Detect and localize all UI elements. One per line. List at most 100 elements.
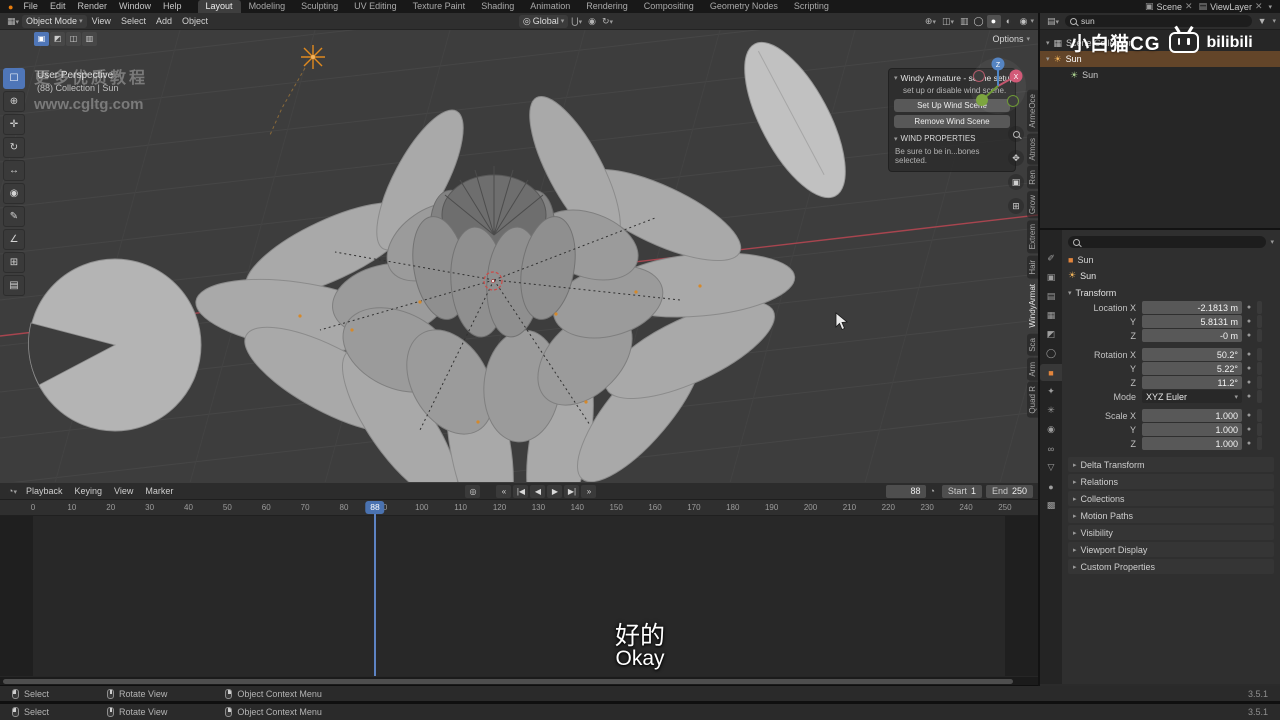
- decorator-strip[interactable]: [1257, 329, 1262, 342]
- select-mode-box-icon[interactable]: ◩: [50, 31, 65, 46]
- playback-menu[interactable]: Playback: [20, 486, 69, 496]
- axis-negx-ball[interactable]: [973, 70, 985, 82]
- timeline-editor-type-icon[interactable]: ◔▾: [5, 486, 20, 496]
- scale-x-field[interactable]: 1.000: [1142, 409, 1242, 422]
- transform-tool[interactable]: ◉: [3, 183, 25, 204]
- camera-view-icon[interactable]: ▣: [1008, 174, 1024, 190]
- material-properties-tab[interactable]: ●: [1041, 478, 1061, 495]
- annotate-tool[interactable]: ✎: [3, 206, 25, 227]
- current-frame-field[interactable]: 88: [886, 484, 927, 498]
- section-motion-paths[interactable]: ▸ Motion Paths: [1068, 508, 1274, 523]
- move-tool[interactable]: ✛: [3, 114, 25, 135]
- output-properties-tab[interactable]: ▤: [1041, 288, 1061, 305]
- orientation-dropdown[interactable]: ◎ Global ▾: [518, 14, 569, 28]
- next-keyframe-button[interactable]: ▶|: [564, 484, 580, 498]
- section-custom-properties[interactable]: ▸ Custom Properties: [1068, 559, 1274, 574]
- rendered-shading-icon[interactable]: ◉: [1017, 15, 1031, 28]
- proportional-edit-icon[interactable]: ◉: [585, 16, 599, 27]
- blender-logo-icon[interactable]: ●: [4, 2, 17, 12]
- animate-dot-icon[interactable]: ●: [1242, 379, 1256, 386]
- tab-modeling[interactable]: Modeling: [241, 0, 294, 13]
- menu-view[interactable]: View: [87, 16, 116, 26]
- n-tab-atmos[interactable]: Atmos: [1027, 133, 1038, 165]
- outliner-options-icon[interactable]: ▾: [1272, 17, 1276, 25]
- cursor-tool[interactable]: ⊕: [3, 91, 25, 112]
- decorator-strip[interactable]: [1257, 437, 1262, 450]
- scene-selector[interactable]: ▣ Scene ✕: [1145, 1, 1193, 12]
- select-mode-circle-icon[interactable]: ◫: [66, 31, 81, 46]
- render-properties-tab[interactable]: ▣: [1041, 269, 1061, 286]
- preview-range-icon[interactable]: ◔: [926, 486, 937, 496]
- menu-add[interactable]: Add: [151, 16, 177, 26]
- outliner-search-box[interactable]: [1065, 15, 1252, 27]
- select-box-tool[interactable]: ☐: [3, 68, 25, 89]
- animate-dot-icon[interactable]: ●: [1242, 318, 1256, 325]
- tab-animation[interactable]: Animation: [522, 0, 578, 13]
- select-mode-lasso-icon[interactable]: ▥: [82, 31, 97, 46]
- snap-magnet-icon[interactable]: ⋃▾: [568, 16, 585, 27]
- end-frame-field[interactable]: End 250: [985, 484, 1033, 498]
- timeline-ruler[interactable]: 0 10 20 30 40 50 60 70 80 90 100 110 120…: [0, 500, 1038, 516]
- modifier-properties-tab[interactable]: ✦: [1041, 383, 1061, 400]
- section-delta-transform[interactable]: ▸ Delta Transform: [1068, 457, 1274, 472]
- transform-panel-header[interactable]: ▾ Transform: [1068, 286, 1274, 300]
- scrollbar-thumb[interactable]: [3, 678, 1013, 684]
- location-z-field[interactable]: -0 m: [1142, 329, 1242, 342]
- outliner-row-sun-data[interactable]: ☀ Sun: [1040, 67, 1280, 83]
- tab-layout[interactable]: Layout: [197, 0, 241, 13]
- decorator-strip[interactable]: [1257, 315, 1262, 328]
- editor-type-icon[interactable]: ▦▾: [4, 16, 22, 27]
- select-mode-tweak-icon[interactable]: ▣: [34, 31, 49, 46]
- timeline-view-menu[interactable]: View: [108, 486, 139, 496]
- rotate-tool[interactable]: ↻: [3, 137, 25, 158]
- decorator-strip[interactable]: [1257, 376, 1262, 389]
- play-button[interactable]: ▶: [547, 484, 563, 498]
- wind-armature-object[interactable]: [269, 45, 325, 136]
- scale-y-field[interactable]: 1.000: [1142, 423, 1242, 436]
- navigation-gizmo[interactable]: X Z: [966, 54, 1030, 118]
- animate-dot-icon[interactable]: ●: [1242, 426, 1256, 433]
- expand-icon[interactable]: ▾: [1046, 55, 1050, 63]
- breadcrumb-label[interactable]: Sun: [1077, 255, 1093, 265]
- tab-geometry-nodes[interactable]: Geometry Nodes: [702, 0, 786, 13]
- add-cube-tool[interactable]: ⊞: [3, 252, 25, 273]
- playhead-frame-badge[interactable]: 88: [365, 501, 385, 514]
- animate-dot-icon[interactable]: ●: [1242, 393, 1256, 400]
- n-tab-arm[interactable]: Arm: [1027, 357, 1038, 381]
- n-tab-ren[interactable]: Ren: [1027, 166, 1038, 190]
- petal-model[interactable]: [725, 30, 866, 212]
- decorator-strip[interactable]: [1257, 409, 1262, 422]
- animate-dot-icon[interactable]: ●: [1242, 412, 1256, 419]
- wireframe-shading-icon[interactable]: ◯: [972, 15, 986, 28]
- tab-scripting[interactable]: Scripting: [786, 0, 837, 13]
- menu-file[interactable]: File: [17, 0, 44, 13]
- show-gizmo-icon[interactable]: ⊕▾: [922, 16, 939, 27]
- section-collections[interactable]: ▸ Collections: [1068, 491, 1274, 506]
- rotation-z-field[interactable]: 11.2°: [1142, 376, 1242, 389]
- jump-start-button[interactable]: «: [496, 484, 512, 498]
- properties-search-box[interactable]: [1068, 236, 1267, 248]
- prev-keyframe-button[interactable]: |◀: [513, 484, 529, 498]
- data-properties-tab[interactable]: ▽: [1041, 459, 1061, 476]
- scale-z-field[interactable]: 1.000: [1142, 437, 1242, 450]
- decorator-strip[interactable]: [1257, 348, 1262, 361]
- axis-negy-ball[interactable]: [1007, 95, 1019, 107]
- outliner-search-input[interactable]: [1081, 16, 1247, 26]
- start-frame-field[interactable]: Start 1: [941, 484, 982, 498]
- extra-tool[interactable]: ▤: [3, 275, 25, 296]
- lotus-model[interactable]: [191, 85, 797, 482]
- animate-dot-icon[interactable]: ●: [1242, 304, 1256, 311]
- menu-object[interactable]: Object: [177, 16, 213, 26]
- timeline-hscrollbar[interactable]: [0, 677, 1038, 685]
- keying-menu[interactable]: Keying: [68, 486, 108, 496]
- auto-keyframe-toggle[interactable]: ◎: [465, 484, 481, 498]
- rotation-mode-dropdown[interactable]: XYZ Euler ▾: [1142, 390, 1242, 403]
- tool-properties-tab[interactable]: ✐: [1041, 250, 1061, 267]
- mode-dropdown[interactable]: Object Mode ▾: [22, 14, 87, 28]
- shading-dropdown-icon[interactable]: ▾: [1031, 17, 1035, 25]
- menu-render[interactable]: Render: [71, 0, 113, 13]
- measure-tool[interactable]: ∠: [3, 229, 25, 250]
- rotation-y-field[interactable]: 5.22°: [1142, 362, 1242, 375]
- world-properties-tab[interactable]: ◯: [1041, 345, 1061, 362]
- menu-help[interactable]: Help: [157, 0, 188, 13]
